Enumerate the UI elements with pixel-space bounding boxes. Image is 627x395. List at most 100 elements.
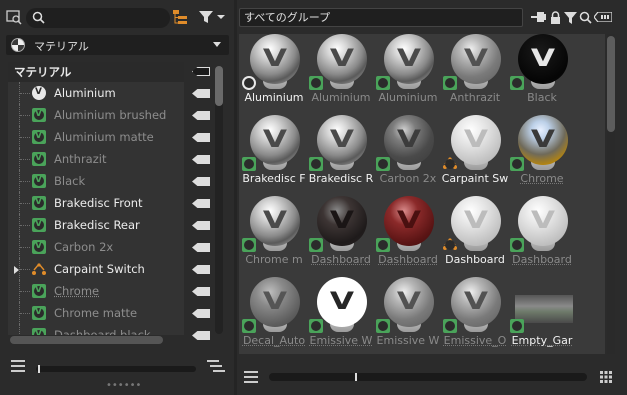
material-sphere-preview: V (384, 115, 434, 165)
tree-item[interactable]: Aluminium (8, 81, 184, 104)
tag-icon[interactable] (192, 221, 210, 230)
scrollbar-thumb[interactable] (607, 36, 615, 132)
tag-icon[interactable] (192, 67, 210, 76)
material-sphere-preview: V (250, 196, 300, 246)
material-type-icon (376, 76, 390, 90)
tree-item[interactable]: Anthrazit (8, 147, 184, 170)
tag-icon[interactable] (192, 287, 210, 296)
material-thumbnail[interactable]: V Carpaint Sw (440, 115, 510, 185)
tree-item[interactable]: Dashboard black (8, 323, 184, 335)
material-label: Dashboard (512, 253, 572, 266)
tree-item[interactable]: Carbon 2x (8, 235, 184, 258)
filter-icon[interactable] (564, 10, 577, 24)
hierarchy-icon[interactable] (172, 9, 188, 25)
material-thumbnail[interactable]: V Emissive_O (440, 277, 510, 347)
thumbnail-size-slider[interactable] (269, 373, 587, 381)
material-thumbnail[interactable]: Empty_Gar (507, 277, 577, 347)
material-thumbnail[interactable]: V Chrome (507, 115, 577, 185)
tree-search-field[interactable] (26, 8, 170, 28)
tree-item[interactable]: Chrome (8, 279, 184, 302)
material-sphere-preview: V (518, 34, 568, 84)
search-icon (32, 11, 45, 27)
find-material-icon[interactable] (6, 9, 22, 25)
material-thumbnail[interactable]: V Brakedisc R (306, 115, 376, 185)
resize-grip-icon[interactable]: •••••• (106, 380, 141, 391)
slider-knob[interactable] (355, 373, 357, 381)
material-label: Carbon 2x (379, 172, 437, 185)
scrollbar-thumb[interactable] (215, 66, 223, 106)
tree-item[interactable]: Chrome matte (8, 301, 184, 324)
material-thumbnail[interactable]: V Dashboard (507, 196, 577, 266)
logo-mark: V (463, 125, 489, 153)
grid-view-icon[interactable] (599, 370, 613, 384)
logo-mark: V (262, 287, 288, 315)
group-selector-field[interactable]: すべてのグループ (239, 8, 523, 27)
tree-item[interactable]: Aluminium brushed (8, 103, 184, 126)
tag-icon[interactable] (192, 331, 210, 340)
search-icon[interactable] (579, 10, 592, 24)
tree-item[interactable]: Brakedisc Rear (8, 213, 184, 236)
grid-vertical-scrollbar[interactable] (607, 34, 615, 354)
material-thumbnail[interactable]: V Decal_Auto (239, 277, 309, 347)
material-thumbnail[interactable]: V Dashboard (440, 196, 510, 266)
material-sphere-preview: V (317, 277, 367, 327)
tag-icon[interactable] (192, 265, 210, 274)
search-input[interactable] (46, 9, 164, 27)
material-sphere-preview: V (451, 115, 501, 165)
tree-item[interactable]: Carpaint Switch (8, 258, 184, 280)
logo-mark: V (396, 125, 422, 153)
tree-item[interactable]: Brakedisc Front (8, 191, 184, 214)
material-label: Brakedisc R (308, 172, 374, 185)
tree-horizontal-scrollbar[interactable] (10, 336, 163, 344)
lock-icon[interactable] (549, 10, 561, 24)
menu-icon[interactable] (243, 370, 259, 384)
material-sphere-preview: V (317, 115, 367, 165)
tag-icon[interactable] (192, 177, 210, 186)
tag-icon[interactable] (192, 155, 210, 164)
material-label: Carpaint Sw (441, 172, 509, 185)
tree-item[interactable]: Aluminium matte (8, 125, 184, 148)
list-view-icon[interactable] (206, 359, 226, 373)
tag-icon[interactable] (192, 309, 210, 318)
tag-icon[interactable] (192, 89, 210, 98)
material-type-icon (309, 76, 323, 90)
material-type-icon (510, 76, 524, 90)
tag-icon[interactable] (192, 243, 210, 252)
material-thumbnail[interactable]: V Dashboard (373, 196, 443, 266)
material-thumbnail[interactable]: V Anthrazit (440, 34, 510, 104)
logo-mark: V (396, 44, 422, 72)
material-thumbnail[interactable]: V Chrome m (239, 196, 309, 266)
tree-item[interactable]: Black (8, 169, 184, 192)
tag-icon[interactable] (192, 199, 210, 208)
material-thumbnail[interactable]: V Aluminium (239, 34, 309, 104)
material-label: Emissive W (309, 334, 373, 347)
logo-mark: V (262, 44, 288, 72)
tag-filter-icon[interactable] (594, 11, 612, 23)
tree-zoom-slider[interactable] (36, 365, 196, 373)
material-sphere-preview: V (451, 277, 501, 327)
menu-icon[interactable] (10, 359, 26, 373)
material-thumbnail[interactable]: V Aluminium (306, 34, 376, 104)
tag-icon[interactable] (192, 133, 210, 142)
material-label: Anthrazit (449, 91, 501, 104)
slider-knob[interactable] (38, 365, 40, 373)
tree-vertical-scrollbar[interactable] (215, 66, 223, 334)
material-thumbnail[interactable]: V Brakedisc F (239, 115, 309, 185)
material-thumbnail[interactable]: V Carbon 2x (373, 115, 443, 185)
tag-icon[interactable] (192, 111, 210, 120)
material-type-dropdown[interactable]: マテリアル (6, 35, 229, 55)
material-thumbnail[interactable]: V Black (507, 34, 577, 104)
material-thumbnail-grid: V Aluminium V Aluminium V Aluminium V Anthrazit… (239, 34, 605, 354)
logo-mark: V (396, 287, 422, 315)
filter-dropdown-icon[interactable] (198, 9, 226, 25)
material-thumbnail[interactable]: V Aluminium (373, 34, 443, 104)
material-sphere-preview: V (384, 196, 434, 246)
logo-mark: V (329, 206, 355, 234)
material-icon (32, 103, 46, 125)
material-thumbnail[interactable]: V Emissive W (373, 277, 443, 347)
left-toolbar (0, 0, 234, 34)
pin-icon[interactable] (531, 10, 547, 24)
material-thumbnail[interactable]: V Emissive W (306, 277, 376, 347)
material-tree: マテリアル Aluminium Aluminium brushed Alumin… (8, 62, 184, 335)
material-thumbnail[interactable]: V Dashboard (306, 196, 376, 266)
